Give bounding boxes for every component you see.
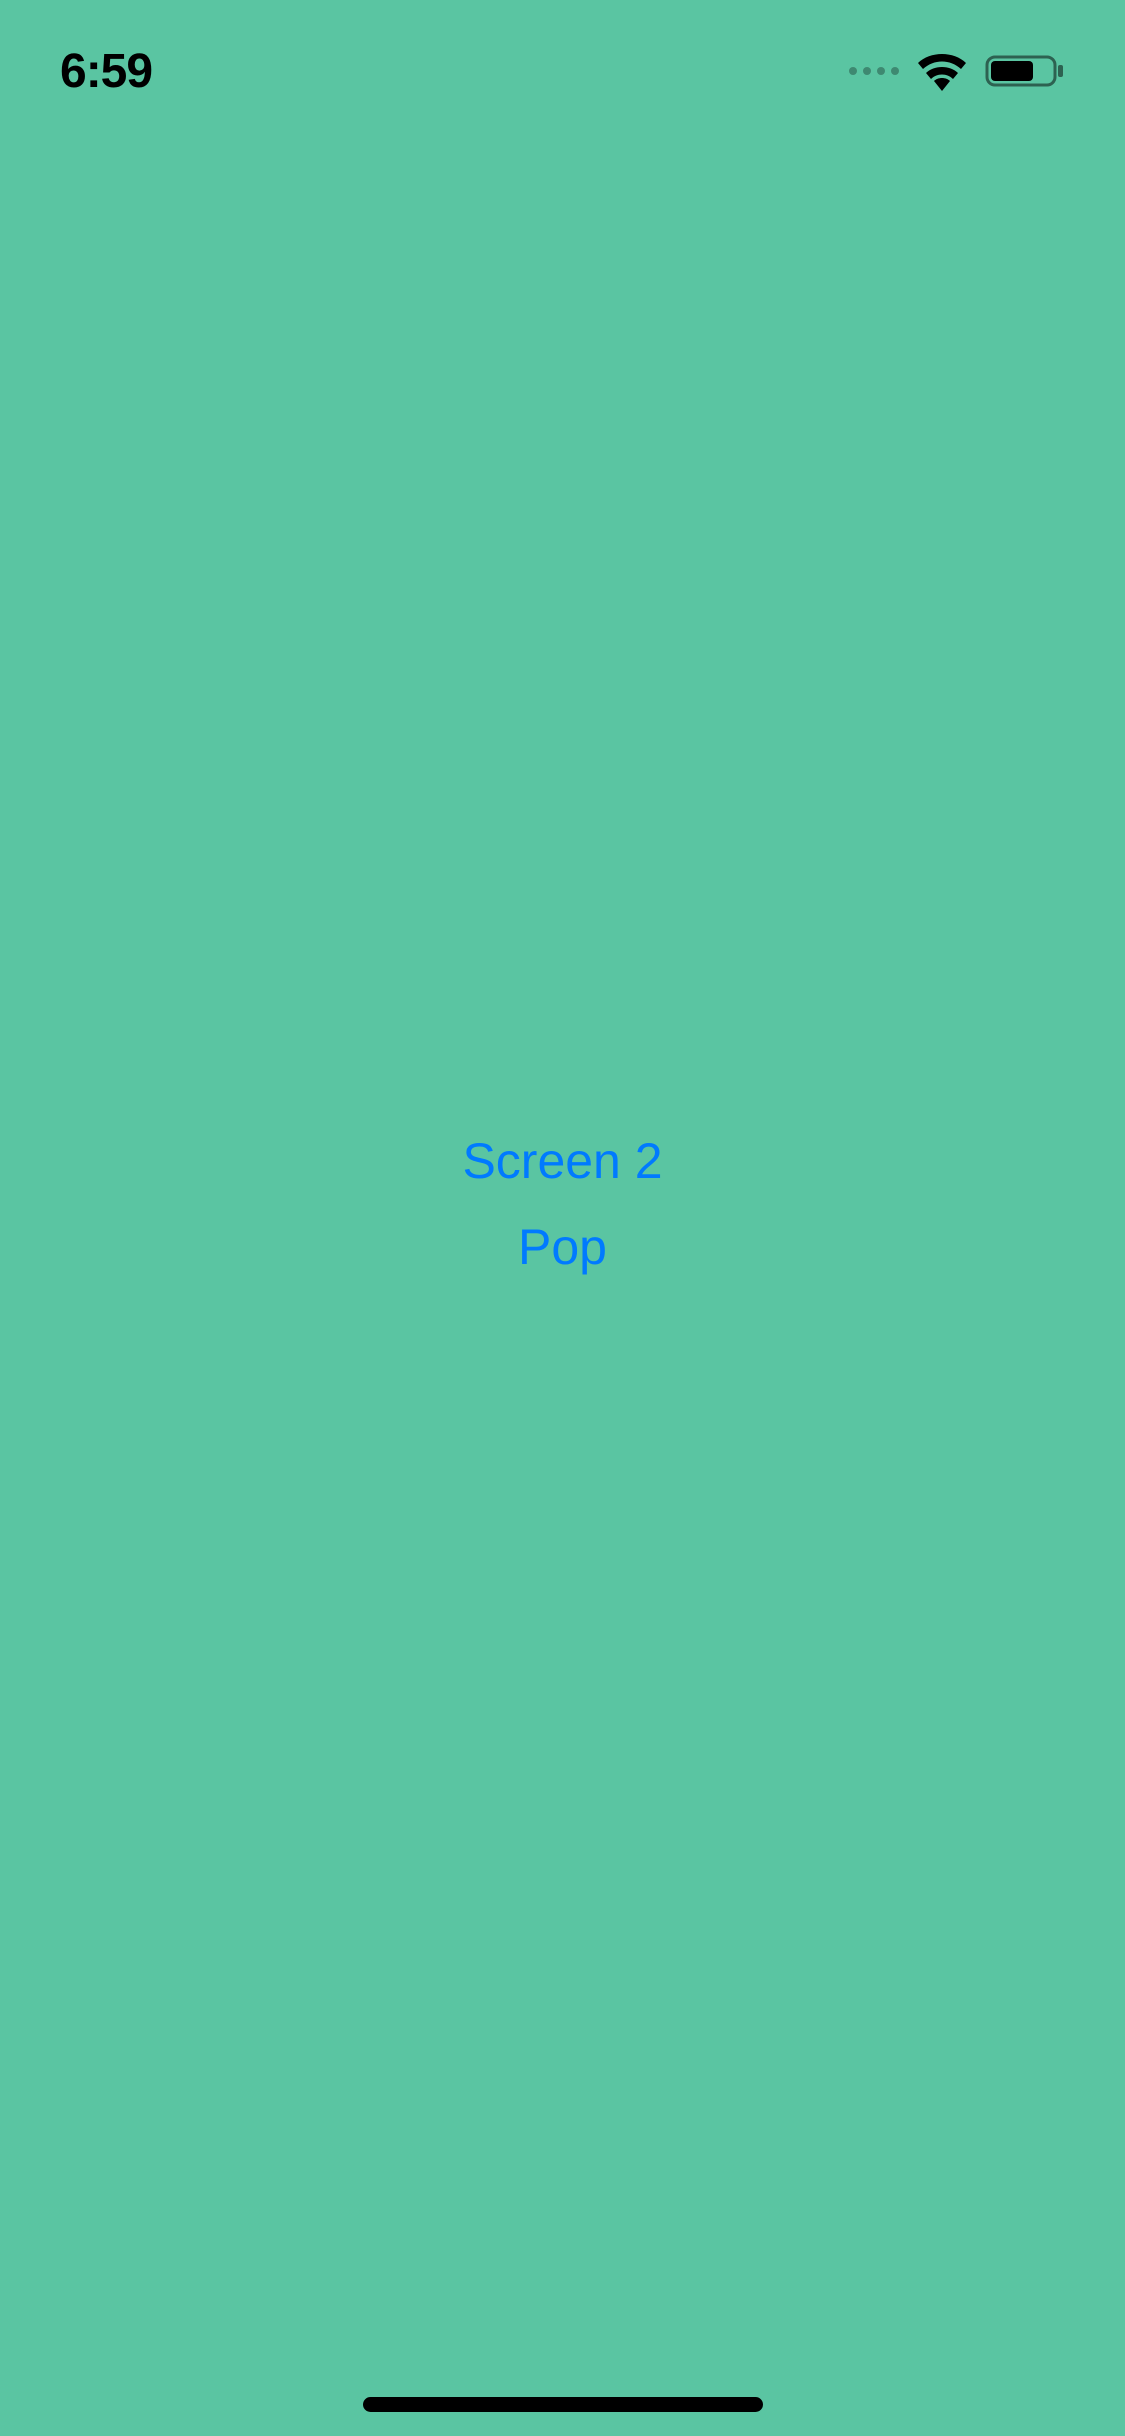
content-area: Screen 2 Pop [0, 132, 1125, 2334]
button-group: Screen 2 Pop [0, 1132, 1125, 1276]
home-indicator[interactable] [363, 2397, 763, 2412]
screen-2-button[interactable]: Screen 2 [462, 1132, 662, 1190]
status-time: 6:59 [60, 44, 152, 99]
cellular-signal-icon [849, 67, 899, 75]
status-indicators [849, 51, 1065, 91]
battery-icon [985, 51, 1065, 91]
status-bar: 6:59 [0, 0, 1125, 132]
pop-button[interactable]: Pop [518, 1218, 607, 1276]
wifi-icon [917, 51, 967, 91]
